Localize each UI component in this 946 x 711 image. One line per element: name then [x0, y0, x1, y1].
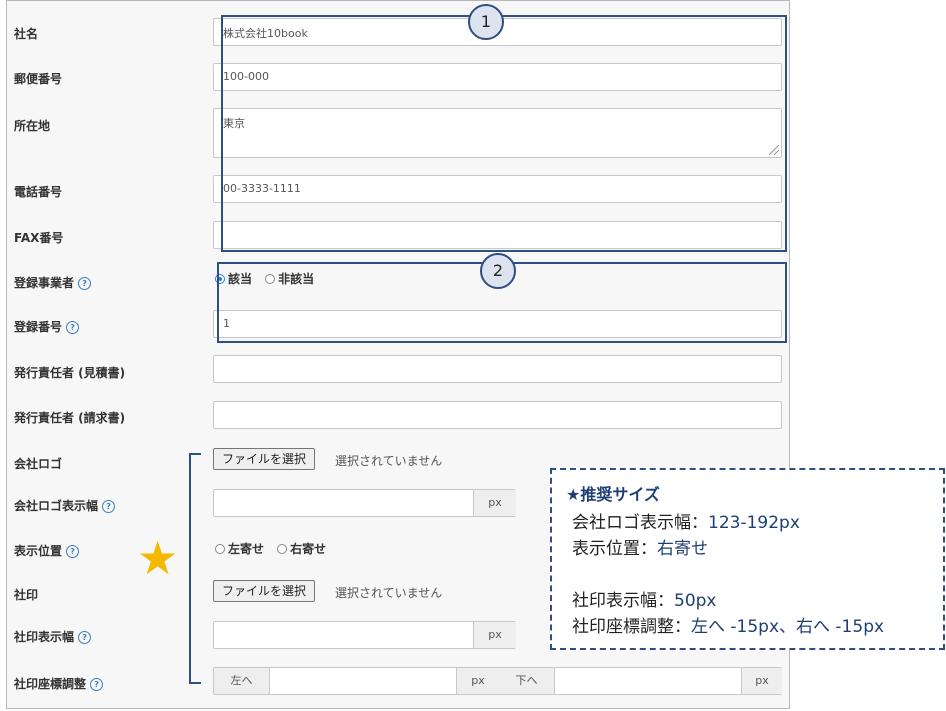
note-seal-offset-value: 左へ -15px、右へ -15px: [691, 617, 885, 637]
registered-business-label-text: 登録事業者: [14, 276, 75, 290]
seal-offset-down-unit: px: [741, 668, 782, 694]
seal-width-unit: px: [473, 622, 516, 648]
seal-width-input[interactable]: [214, 622, 473, 648]
seal-width-group: px: [213, 621, 516, 649]
logo-label: 会社ロゴ: [14, 457, 63, 471]
logo-file-button[interactable]: ファイルを選択: [213, 448, 316, 470]
help-icon[interactable]: ?: [90, 678, 104, 691]
seal-file-status: 選択されていません: [335, 586, 443, 600]
logo-width-label: 会社ロゴ表示幅?: [14, 497, 116, 514]
radio-right-align-label: 右寄せ: [290, 542, 327, 556]
registration-number-label: 登録番号?: [14, 318, 80, 335]
note-seal-width: 社印表示幅：50px: [572, 586, 716, 611]
seal-width-label-text: 社印表示幅: [14, 630, 75, 644]
annotation-bracket: [189, 453, 201, 684]
seal-offset-down-label: 下へ: [499, 668, 555, 694]
logo-width-group: px: [213, 489, 516, 517]
position-label: 表示位置?: [14, 542, 80, 559]
help-icon[interactable]: ?: [78, 277, 92, 290]
address-label: 所在地: [14, 119, 51, 133]
note-logo-width: 会社ロゴ表示幅：123-192px: [572, 508, 800, 533]
registered-business-label: 登録事業者?: [14, 274, 92, 291]
logo-width-unit: px: [473, 490, 516, 516]
annotation-box-1: [221, 15, 787, 252]
registration-number-label-text: 登録番号: [14, 320, 63, 334]
radio-left-align[interactable]: [215, 544, 225, 554]
radio-left-align-label: 左寄せ: [228, 542, 265, 556]
seal-offset-label-text: 社印座標調整: [14, 677, 87, 691]
postal-code-label: 郵便番号: [14, 72, 63, 86]
note-logo-width-key: 会社ロゴ表示幅：: [572, 513, 708, 533]
seal-width-label: 社印表示幅?: [14, 628, 92, 645]
seal-label: 社印: [14, 588, 39, 602]
position-label-text: 表示位置: [14, 544, 63, 558]
annotation-circle-2: 2: [480, 253, 516, 289]
logo-width-label-text: 会社ロゴ表示幅: [14, 499, 99, 513]
seal-offset-left-unit: px: [456, 668, 500, 694]
note-logo-width-value: 123-192px: [708, 513, 800, 533]
phone-label: 電話番号: [14, 185, 63, 199]
note-seal-width-key: 社印表示幅：: [572, 591, 674, 611]
note-position: 表示位置：右寄せ: [572, 534, 708, 559]
seal-offset-down-input[interactable]: [555, 668, 740, 694]
fax-label: FAX番号: [14, 231, 64, 245]
recommended-size-note: ★推奨サイズ 会社ロゴ表示幅：123-192px 表示位置：右寄せ 社印表示幅：…: [550, 468, 945, 650]
seal-offset-left-label: 左へ: [214, 668, 270, 694]
seal-offset-label: 社印座標調整?: [14, 675, 104, 692]
help-icon[interactable]: ?: [66, 321, 80, 334]
note-seal-offset-key: 社印座標調整：: [572, 617, 691, 637]
issuer-estimate-label: 発行責任者 (見積書): [14, 366, 126, 380]
company-name-label: 社名: [14, 27, 39, 41]
seal-offset-left-input[interactable]: [270, 668, 455, 694]
note-title: ★推奨サイズ: [566, 485, 660, 504]
annotation-circle-1: 1: [468, 4, 504, 40]
issuer-invoice-input[interactable]: [213, 401, 782, 429]
help-icon[interactable]: ?: [66, 545, 80, 558]
note-seal-offset: 社印座標調整：左へ -15px、右へ -15px: [572, 612, 884, 637]
note-position-value: 右寄せ: [657, 539, 708, 559]
radio-right-align[interactable]: [277, 544, 288, 554]
help-icon[interactable]: ?: [102, 500, 116, 513]
note-seal-width-value: 50px: [674, 591, 717, 611]
issuer-invoice-label: 発行責任者 (請求書): [14, 411, 126, 425]
seal-file-button[interactable]: ファイルを選択: [213, 580, 316, 602]
logo-file-status: 選択されていません: [335, 454, 443, 468]
star-icon: ★: [137, 531, 179, 585]
logo-width-input[interactable]: [214, 490, 473, 516]
seal-offset-group: 左へ px 下へ px: [213, 667, 782, 695]
note-position-key: 表示位置：: [572, 539, 657, 559]
position-radios: 左寄せ 右寄せ: [215, 538, 334, 557]
issuer-estimate-input[interactable]: [213, 355, 782, 383]
help-icon[interactable]: ?: [78, 631, 92, 644]
